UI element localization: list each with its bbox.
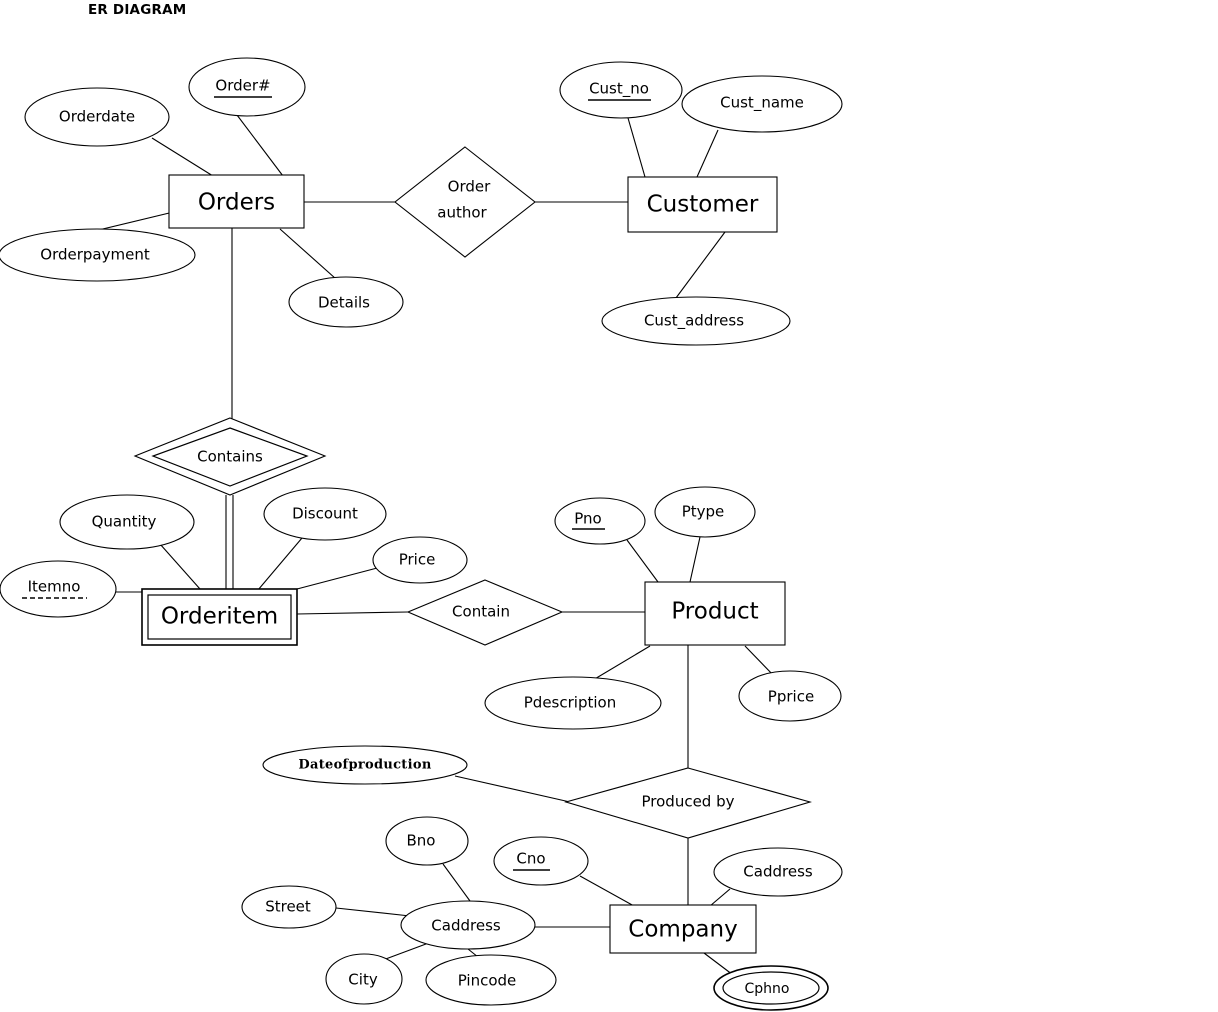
- attribute-city[interactable]: City: [325, 953, 403, 1005]
- attribute-cust-name-label: Cust_name: [720, 94, 804, 113]
- attribute-street[interactable]: Street: [241, 885, 337, 929]
- attribute-itemno[interactable]: Itemno: [0, 560, 117, 618]
- entity-product-label: Product: [671, 599, 758, 625]
- attribute-bno-label: Bno: [407, 832, 436, 850]
- attribute-pno[interactable]: Pno: [554, 497, 646, 545]
- edge-ptype-product: [689, 536, 701, 583]
- attribute-caddress-company[interactable]: Caddress: [713, 847, 843, 897]
- attribute-details-label: Details: [318, 294, 370, 312]
- attribute-cphno-label: Cphno: [745, 981, 790, 997]
- attribute-orderpayment[interactable]: Orderpayment: [0, 228, 196, 282]
- entity-company-label: Company: [628, 917, 737, 943]
- attribute-caddress-company-label: Caddress: [743, 863, 813, 881]
- edge-caddress2-company: [709, 888, 731, 907]
- attribute-price-label: Price: [399, 551, 436, 569]
- attribute-dateofproduction[interactable]: Dateofproduction: [262, 745, 468, 785]
- edge-ordernum-orders: [236, 114, 284, 177]
- attribute-discount-label: Discount: [292, 505, 358, 523]
- attribute-cno[interactable]: Cno: [493, 836, 589, 886]
- attribute-bno[interactable]: Bno: [385, 816, 469, 866]
- relationship-produced-by[interactable]: Produced by: [564, 767, 812, 839]
- edge-pno-product: [626, 539, 659, 583]
- attribute-orderdate-label: Orderdate: [59, 108, 135, 126]
- attribute-ptype[interactable]: Ptype: [654, 486, 756, 538]
- attribute-pincode-label: Pincode: [458, 972, 517, 990]
- edge-street-caddresscomp: [335, 907, 411, 917]
- entity-product[interactable]: Product: [644, 581, 786, 646]
- entity-customer-label: Customer: [647, 192, 759, 218]
- attribute-pno-label: Pno: [574, 510, 601, 528]
- attribute-order-number[interactable]: Order#: [188, 57, 306, 117]
- attribute-quantity[interactable]: Quantity: [59, 494, 195, 550]
- edge-customer-custaddress: [669, 231, 726, 307]
- relationship-contain-label: Contain: [452, 603, 510, 621]
- relationship-order-author-diamond: [394, 146, 536, 258]
- attribute-pprice[interactable]: Pprice: [738, 670, 842, 722]
- attribute-cust-name[interactable]: Cust_name: [681, 75, 843, 133]
- edge-orderdate-orders: [151, 137, 214, 177]
- attribute-caddress-composite[interactable]: Caddress: [400, 900, 536, 950]
- entity-company[interactable]: Company: [609, 904, 757, 954]
- attribute-street-label: Street: [265, 898, 311, 916]
- attribute-caddress-composite-label: Caddress: [431, 917, 501, 935]
- attribute-pprice-label: Pprice: [768, 688, 814, 706]
- entity-orders[interactable]: Orders: [168, 174, 305, 229]
- entity-orders-label: Orders: [198, 190, 275, 216]
- attribute-ptype-label: Ptype: [682, 503, 725, 521]
- attribute-price[interactable]: Price: [372, 536, 468, 584]
- attribute-cust-address[interactable]: Cust_address: [601, 296, 791, 346]
- attribute-quantity-label: Quantity: [92, 513, 157, 531]
- er-diagram-canvas: ER DIAGRAM Orders Customer Orderitem Pro…: [0, 0, 1218, 1012]
- relationship-contains[interactable]: Contains: [133, 417, 327, 496]
- attribute-orderpayment-label: Orderpayment: [40, 246, 150, 264]
- attribute-order-number-label: Order#: [215, 77, 270, 95]
- relationship-order-author-label-line2: author: [437, 204, 487, 222]
- edge-quantity-orderitem: [159, 543, 201, 590]
- attribute-cust-no-label: Cust_no: [589, 80, 649, 99]
- relationship-order-author[interactable]: Order author: [394, 146, 536, 258]
- relationship-contain[interactable]: Contain: [406, 579, 564, 646]
- entity-orderitem-label: Orderitem: [161, 604, 278, 630]
- edge-price-orderitem: [296, 566, 382, 590]
- attribute-itemno-label: Itemno: [28, 578, 81, 596]
- attribute-dateofproduction-label: Dateofproduction: [298, 758, 431, 773]
- edge-dateofproduction-producedby: [454, 775, 571, 803]
- entity-orderitem[interactable]: Orderitem: [141, 588, 298, 646]
- relationship-produced-by-label: Produced by: [642, 793, 735, 811]
- attribute-discount[interactable]: Discount: [263, 487, 387, 541]
- edge-cno-company: [579, 875, 635, 907]
- er-diagram-svg: Orders Customer Orderitem Product Compan…: [0, 57, 843, 1011]
- attribute-cust-no[interactable]: Cust_no: [559, 61, 683, 119]
- attribute-cust-address-label: Cust_address: [644, 312, 744, 331]
- edge-orderitem-contain: [296, 611, 409, 615]
- edge-custno-customer: [627, 117, 646, 178]
- edge-discount-orderitem: [257, 537, 303, 591]
- relationship-contains-label: Contains: [197, 448, 263, 466]
- attribute-cno-label: Cno: [516, 850, 545, 868]
- edge-bno-caddresscomp: [442, 863, 471, 902]
- attribute-cphno[interactable]: Cphno: [713, 965, 829, 1011]
- relationship-order-author-label-line1: Order: [448, 178, 491, 196]
- attribute-details[interactable]: Details: [288, 276, 404, 328]
- attribute-pdescription-label: Pdescription: [524, 694, 616, 712]
- attribute-orderdate[interactable]: Orderdate: [24, 87, 170, 147]
- entity-customer[interactable]: Customer: [627, 176, 778, 233]
- attribute-city-label: City: [348, 971, 378, 989]
- attribute-pincode[interactable]: Pincode: [425, 954, 557, 1006]
- attribute-pdescription[interactable]: Pdescription: [484, 676, 662, 730]
- edge-custname-customer: [696, 129, 719, 178]
